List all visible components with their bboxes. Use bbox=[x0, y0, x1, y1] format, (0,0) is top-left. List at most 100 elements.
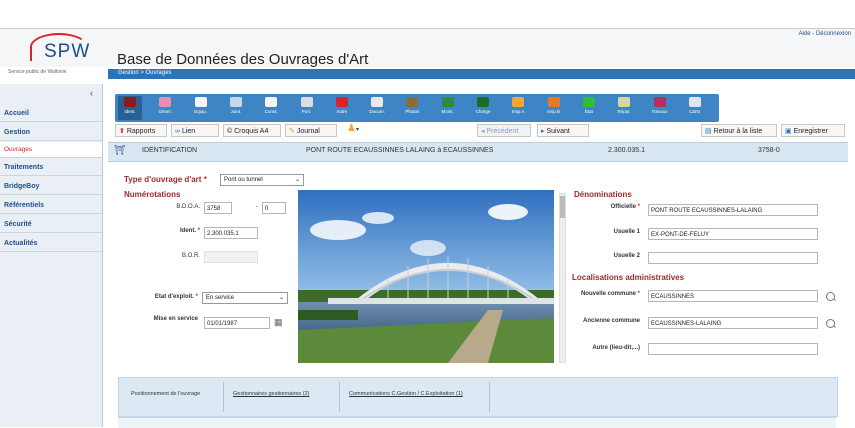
denominations-title: Dénominations bbox=[574, 190, 632, 199]
tool-label: Docum. bbox=[369, 109, 385, 114]
tool-ident-button[interactable]: Ident. bbox=[118, 96, 142, 120]
mise-en-service-label: Mise en service bbox=[153, 316, 198, 322]
usuelle2-label: Usuelle 2 bbox=[613, 253, 640, 259]
tool-const-button[interactable]: Const. bbox=[259, 96, 283, 120]
nouvelle-commune-label: Nouvelle commune * bbox=[580, 291, 640, 297]
calendar-icon[interactable]: ▦ bbox=[274, 317, 283, 328]
sidebar-item-gestion[interactable]: Gestion bbox=[0, 125, 102, 141]
inspection-b-icon bbox=[547, 97, 560, 107]
tab-communications[interactable]: Communications C.Gestion / C.Exploitatio… bbox=[349, 391, 463, 397]
document-icon bbox=[371, 97, 384, 107]
etat-exploit-label: Etat d'exploit. * bbox=[154, 294, 198, 300]
rapports-button[interactable]: ⬆ Rapports bbox=[115, 124, 167, 137]
tool-label: Ident. bbox=[124, 109, 136, 114]
ouvrage-number: 3758-0 bbox=[758, 147, 780, 154]
repair-icon bbox=[618, 97, 631, 107]
sidebar: ‹ Accueil Gestion Ouvrages Traitements B… bbox=[0, 84, 103, 427]
sidebar-item-securite[interactable]: Sécurité bbox=[0, 217, 102, 233]
autre-input[interactable] bbox=[648, 343, 818, 355]
tool-r-par-button[interactable]: Répar. bbox=[612, 96, 636, 120]
tool-photos-button[interactable]: Photos bbox=[400, 96, 424, 120]
tool-etat-button[interactable]: Etat bbox=[577, 96, 601, 120]
gear-icon bbox=[194, 97, 207, 107]
tool-g-om-button[interactable]: Géom. bbox=[153, 96, 177, 120]
bridge-icon: ⛩ bbox=[114, 145, 126, 155]
officielle-label: Officielle * bbox=[610, 204, 640, 210]
identification-bar: ⛩ IDENTIFICATION PONT ROUTE ECAUSSINNES … bbox=[108, 142, 848, 162]
tool-label: Etat bbox=[584, 109, 593, 114]
tool-docum-button[interactable]: Docum. bbox=[365, 96, 389, 120]
monitor-icon bbox=[441, 97, 454, 107]
precedent-button[interactable]: ◂ Précédent bbox=[477, 124, 531, 137]
journal-button[interactable]: ✎ Journal bbox=[285, 124, 337, 137]
photo-scrollbar[interactable] bbox=[559, 193, 566, 363]
top-links[interactable]: Aide - Déconnexion bbox=[799, 31, 851, 37]
breadcrumb[interactable]: Gestion > Ouvrages bbox=[118, 70, 172, 76]
tool-travaux-button[interactable]: Travaux bbox=[648, 96, 672, 120]
bor-input[interactable] bbox=[204, 251, 258, 263]
bor-label: B.O.R. bbox=[181, 253, 200, 259]
tool-charge-button[interactable]: Charge bbox=[471, 96, 495, 120]
usuelle1-input[interactable]: EX-PONT-DE-FELUY bbox=[648, 228, 818, 240]
retour-liste-button[interactable]: ▤ Retour à la liste bbox=[701, 124, 777, 137]
bdoa-input[interactable]: 3758 bbox=[204, 202, 232, 214]
identification-form: Type d'ouvrage d'art * Pont ou tunnel ⌄ N… bbox=[118, 163, 848, 375]
tool-insp-a-button[interactable]: Insp.A bbox=[506, 96, 530, 120]
tool-autre-button[interactable]: Autre bbox=[330, 96, 354, 120]
enregistrer-button[interactable]: ▣ Enregistrer bbox=[781, 124, 845, 137]
table-header-row bbox=[118, 417, 836, 428]
sidebar-item-referentiels[interactable]: Référentiels bbox=[0, 198, 102, 214]
tool-monit-button[interactable]: Monit. bbox=[436, 96, 460, 120]
joint-icon bbox=[229, 97, 242, 107]
tool-port-button[interactable]: Port. bbox=[295, 96, 319, 120]
chevron-left-icon[interactable]: ‹ bbox=[90, 88, 93, 98]
sidebar-item-bridgeboy[interactable]: BridgeBoy bbox=[0, 179, 102, 195]
spw-logo[interactable]: SPW Service public de Wallonie bbox=[8, 31, 98, 75]
logo-text: SPW bbox=[44, 41, 91, 62]
tool-label: Répar. bbox=[617, 109, 631, 114]
precedent-label: Précédent bbox=[486, 128, 519, 135]
chevron-down-icon: ⌄ bbox=[278, 295, 284, 301]
sidebar-item-traitements[interactable]: Traitements bbox=[0, 160, 102, 176]
search-icon[interactable] bbox=[826, 292, 835, 301]
ouvrage-code: 2.300.035.1 bbox=[608, 147, 645, 154]
tool-label: Photos bbox=[405, 109, 420, 114]
usuelle2-input[interactable] bbox=[648, 252, 818, 264]
geometry-icon bbox=[159, 97, 172, 107]
health-cross-icon bbox=[582, 97, 595, 107]
rapports-label: Rapports bbox=[126, 128, 156, 135]
tool-label: Equip. bbox=[194, 109, 207, 114]
croquis-button[interactable]: © Croquis A4 bbox=[223, 124, 281, 137]
tool-label: Autre bbox=[336, 109, 348, 114]
tool-label: Const. bbox=[264, 109, 278, 114]
section-title: IDENTIFICATION bbox=[142, 147, 198, 154]
suivant-button[interactable]: ▸ Suivant bbox=[537, 124, 589, 137]
tool-carto-button[interactable]: Carto bbox=[683, 96, 707, 120]
mise-en-service-input[interactable]: 01/01/1987 bbox=[204, 317, 270, 329]
works-icon bbox=[653, 97, 666, 107]
tab-positionnement[interactable]: Positionnement de l'ouvrage bbox=[131, 391, 200, 397]
type-ouvrage-select[interactable]: Pont ou tunnel ⌄ bbox=[220, 174, 304, 186]
search-icon[interactable] bbox=[826, 319, 835, 328]
etat-exploit-select[interactable]: En service ⌄ bbox=[202, 292, 288, 304]
nouvelle-commune-input[interactable]: ECAUSSINNES bbox=[648, 290, 818, 302]
journal-label: Journal bbox=[296, 128, 320, 135]
officielle-input[interactable]: PONT ROUTE ECAUSSINNES-LALAING bbox=[648, 204, 818, 216]
flag-icon bbox=[335, 97, 348, 107]
sidebar-item-accueil[interactable]: Accueil bbox=[0, 106, 102, 122]
tool-equip-button[interactable]: Equip. bbox=[189, 96, 213, 120]
sidebar-item-ouvrages[interactable]: Ouvrages bbox=[0, 142, 102, 158]
tool-joint-button[interactable]: Joint. bbox=[224, 96, 248, 120]
ancienne-commune-input[interactable]: ECAUSSINNES-LALAING bbox=[648, 317, 818, 329]
sidebar-item-actualites[interactable]: Actualités bbox=[0, 236, 102, 252]
alert-person-icon[interactable]: ♟▾ bbox=[347, 123, 359, 134]
tab-gestionnaires[interactable]: Gestionnaires gestionnaires (2) bbox=[233, 391, 309, 397]
ident-input[interactable]: 2.300.035.1 bbox=[204, 227, 258, 239]
tool-label: Monit. bbox=[441, 109, 454, 114]
tool-label: Géom. bbox=[158, 109, 173, 114]
link-icon: ∞ bbox=[175, 128, 180, 135]
tool-insp-b-button[interactable]: Insp.B bbox=[542, 96, 566, 120]
inspection-a-icon bbox=[512, 97, 525, 107]
lien-button[interactable]: ∞ Lien bbox=[171, 124, 219, 137]
bdoa-suffix-input[interactable]: 0 bbox=[262, 202, 286, 214]
